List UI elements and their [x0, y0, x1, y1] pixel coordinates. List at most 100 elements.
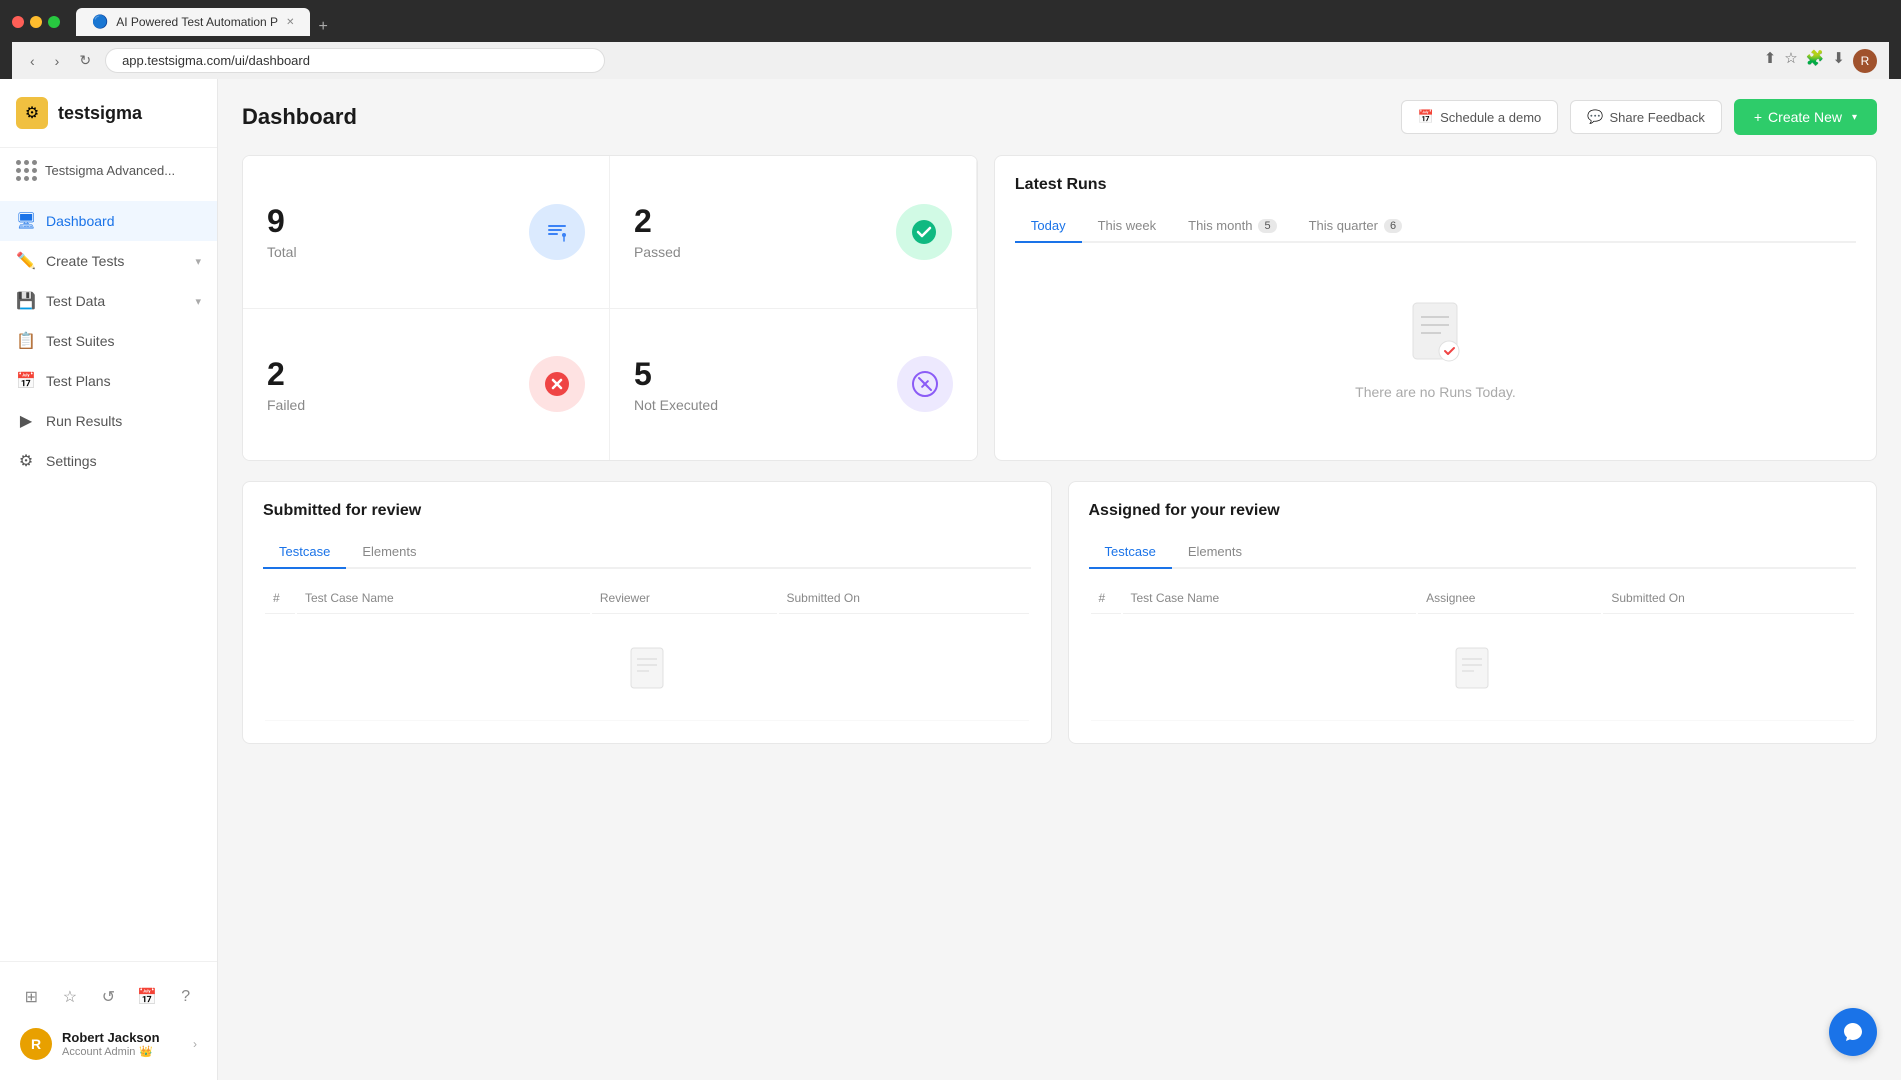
no-runs-message: There are no Runs Today. [1015, 259, 1856, 440]
test-suites-icon: 📋 [16, 331, 36, 351]
stat-failed: 2 Failed [243, 309, 610, 461]
runs-tab-this-week[interactable]: This week [1082, 210, 1173, 241]
user-profile[interactable]: R Robert Jackson Account Admin 👑 › [12, 1020, 205, 1068]
workspace-selector[interactable]: Testsigma Advanced... [0, 148, 217, 193]
sidebar-item-label: Test Data [46, 293, 105, 309]
stat-number-failed: 2 [267, 356, 305, 393]
sidebar-item-settings[interactable]: ⚙ Settings [0, 441, 217, 481]
this-month-badge: 5 [1258, 219, 1276, 233]
stat-passed: 2 Passed [610, 156, 977, 309]
page-header: Dashboard 📅 Schedule a demo 💬 Share Feed… [242, 99, 1877, 135]
stat-label-failed: Failed [267, 397, 305, 413]
stat-total: 9 Total [243, 156, 610, 309]
dashboard-icon: 🖥 [16, 211, 36, 231]
browser-tab-active[interactable]: 🔵 AI Powered Test Automation P ✕ [76, 8, 310, 36]
sidebar-item-create-tests[interactable]: ✏️ Create Tests ▾ [0, 241, 217, 281]
stat-number-not-executed: 5 [634, 356, 718, 393]
star-icon[interactable]: ☆ [55, 982, 85, 1012]
share-icon: ⬆ [1764, 49, 1777, 73]
calendar-icon[interactable]: 📅 [132, 982, 162, 1012]
latest-runs-card: Latest Runs Today This week This month 5… [994, 155, 1877, 461]
runs-tab-this-quarter[interactable]: This quarter 6 [1293, 210, 1419, 241]
stat-not-executed: 5 Not Executed [610, 309, 977, 461]
avatar: R [20, 1028, 52, 1060]
col-hash: # [265, 583, 295, 614]
profile-icon[interactable]: R [1853, 49, 1877, 73]
chat-button[interactable] [1829, 1008, 1877, 1056]
help-icon[interactable]: ? [171, 982, 201, 1012]
header-actions: 📅 Schedule a demo 💬 Share Feedback + Cre… [1401, 99, 1877, 135]
new-tab-button[interactable]: + [318, 18, 327, 36]
tab-title: AI Powered Test Automation P [116, 15, 278, 29]
refresh-icon[interactable]: ↺ [93, 982, 123, 1012]
bottom-toolbar: ⊞ ☆ ↺ 📅 ? [12, 974, 205, 1020]
user-role: Account Admin 👑 [62, 1045, 183, 1058]
col-submitted-on: Submitted On [779, 583, 1029, 614]
feedback-label: Share Feedback [1609, 110, 1704, 125]
schedule-demo-button[interactable]: 📅 Schedule a demo [1401, 100, 1558, 134]
latest-runs-title: Latest Runs [1015, 176, 1856, 194]
sidebar-item-test-suites[interactable]: 📋 Test Suites [0, 321, 217, 361]
assigned-review-body [1091, 616, 1855, 721]
stat-label-not-executed: Not Executed [634, 397, 718, 413]
submitted-tab-elements[interactable]: Elements [346, 536, 432, 567]
runs-tab-this-month[interactable]: This month 5 [1172, 210, 1292, 241]
sidebar-bottom: ⊞ ☆ ↺ 📅 ? R Robert Jackson Account Admin… [0, 961, 217, 1080]
col-test-case-name: Test Case Name [297, 583, 590, 614]
extensions-icon[interactable]: 🧩 [1806, 49, 1825, 73]
logo-text: testsigma [58, 103, 142, 124]
stat-icon-total [529, 204, 585, 260]
submitted-review-title: Submitted for review [263, 502, 1031, 520]
tab-close-icon[interactable]: ✕ [286, 17, 294, 28]
create-label: Create New [1768, 109, 1842, 125]
calendar-icon: 📅 [1418, 109, 1434, 125]
sidebar-item-test-data[interactable]: 💾 Test Data ▾ [0, 281, 217, 321]
refresh-button[interactable]: ↻ [73, 50, 97, 71]
plus-icon: + [1754, 109, 1762, 125]
sidebar-item-test-plans[interactable]: 📅 Test Plans [0, 361, 217, 401]
stats-grid: 9 Total 2 Passed [242, 155, 978, 461]
main-content: Dashboard 📅 Schedule a demo 💬 Share Feed… [218, 79, 1901, 1080]
col-assignee: Assignee [1418, 583, 1601, 614]
stat-info: 2 Failed [267, 356, 305, 413]
sidebar-item-dashboard[interactable]: 🖥 Dashboard [0, 201, 217, 241]
create-new-button[interactable]: + Create New ▾ [1734, 99, 1877, 135]
crown-icon: 👑 [139, 1045, 153, 1058]
assigned-tab-elements[interactable]: Elements [1172, 536, 1258, 567]
empty-row [265, 616, 1029, 721]
chevron-down-icon: ▾ [1852, 112, 1857, 123]
no-runs-text: There are no Runs Today. [1355, 384, 1516, 400]
runs-tab-today[interactable]: Today [1015, 210, 1082, 243]
empty-row [1091, 616, 1855, 721]
assigned-for-review-card: Assigned for your review Testcase Elemen… [1068, 481, 1878, 744]
download-icon[interactable]: ⬇ [1832, 49, 1845, 73]
sidebar-item-label: Test Suites [46, 333, 114, 349]
address-bar[interactable]: app.testsigma.com/ui/dashboard [105, 48, 605, 73]
submitted-review-table: # Test Case Name Reviewer Submitted On [263, 581, 1031, 723]
submitted-tab-testcase[interactable]: Testcase [263, 536, 346, 569]
grid-icon[interactable]: ⊞ [16, 982, 46, 1012]
chevron-down-icon: ▾ [195, 255, 201, 268]
assigned-tab-testcase[interactable]: Testcase [1089, 536, 1172, 569]
workspace-label: Testsigma Advanced... [45, 163, 175, 178]
logo: ⚙ testsigma [0, 79, 217, 148]
col-test-case-name: Test Case Name [1123, 583, 1417, 614]
sidebar-item-label: Create Tests [46, 253, 124, 269]
page-title: Dashboard [242, 104, 357, 130]
submitted-for-review-card: Submitted for review Testcase Elements #… [242, 481, 1052, 744]
forward-button[interactable]: › [49, 51, 66, 71]
sidebar-item-run-results[interactable]: ▶ Run Results [0, 401, 217, 441]
sidebar-item-label: Run Results [46, 413, 122, 429]
workspace-icon [16, 160, 37, 181]
comment-icon: 💬 [1587, 109, 1603, 125]
stat-info: 2 Passed [634, 203, 681, 260]
share-feedback-button[interactable]: 💬 Share Feedback [1570, 100, 1722, 134]
logo-icon: ⚙ [16, 97, 48, 129]
stat-label-passed: Passed [634, 244, 681, 260]
sidebar-nav: 🖥 Dashboard ✏️ Create Tests ▾ 💾 Test Dat… [0, 193, 217, 961]
stat-number-total: 9 [267, 203, 297, 240]
bookmark-icon[interactable]: ☆ [1784, 49, 1797, 73]
assigned-review-table: # Test Case Name Assignee Submitted On [1089, 581, 1857, 723]
back-button[interactable]: ‹ [24, 51, 41, 71]
sidebar-item-label: Dashboard [46, 213, 115, 229]
